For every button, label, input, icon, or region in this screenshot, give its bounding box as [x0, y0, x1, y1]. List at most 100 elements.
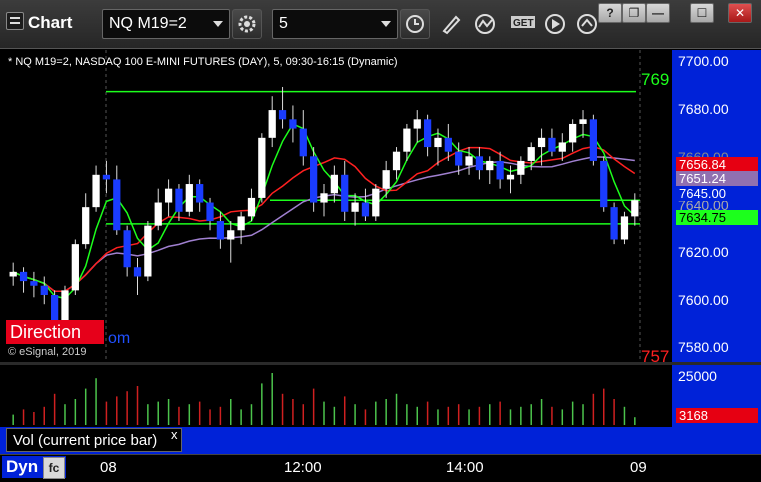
candle-body — [579, 119, 587, 124]
candle-body — [320, 193, 328, 203]
candle-body — [610, 207, 618, 240]
draw-button[interactable] — [436, 9, 464, 37]
candle-body — [133, 267, 142, 277]
candle-body — [455, 151, 463, 166]
copyright: © eSignal, 2019 — [8, 346, 87, 358]
candle-body — [247, 197, 256, 217]
direction-badge: Direction — [6, 320, 104, 344]
candle-body — [434, 137, 442, 148]
study-button[interactable] — [470, 9, 498, 37]
candle-body — [558, 142, 566, 152]
close-button[interactable]: ✕ — [728, 3, 752, 23]
clock-icon — [406, 15, 424, 33]
chart-app-icon — [6, 12, 24, 30]
candle-body — [310, 156, 318, 203]
candle-body — [548, 137, 556, 152]
interval-value: 5 — [279, 15, 288, 32]
up-arrow-icon — [577, 14, 597, 34]
upper-level-label: 769 — [641, 70, 670, 89]
price-tag-ma-avg: 7651.24 — [676, 171, 758, 186]
price-chart — [9, 50, 641, 362]
candle-body — [9, 271, 17, 277]
chart-header: * NQ M19=2, NASDAQ 100 E-MINI FUTURES (D… — [8, 56, 398, 68]
candle-body — [486, 160, 494, 171]
price-tag-last: 7645.00 — [676, 186, 758, 201]
candle-body — [92, 174, 100, 208]
chevron-down-icon — [381, 21, 391, 27]
price-tick: 7680.00 — [678, 101, 729, 117]
settings-button[interactable] — [232, 9, 262, 39]
candle-body — [631, 200, 639, 217]
candle-body — [423, 119, 432, 148]
candle-body — [164, 188, 173, 203]
price-tag-ma-slow: 7656.84 — [676, 157, 758, 172]
candle-body — [299, 128, 307, 157]
volume-study-label[interactable]: Vol (current price bar) — [6, 428, 182, 452]
candle-body — [71, 244, 79, 291]
price-tick: 7620.00 — [678, 244, 729, 260]
candle-body — [620, 216, 629, 240]
candle-body — [185, 184, 193, 212]
interval-combo[interactable]: 5 — [272, 9, 398, 39]
candle-body — [216, 221, 225, 240]
candle-body — [600, 160, 608, 208]
time-button[interactable] — [400, 9, 430, 39]
volume-chart — [12, 373, 636, 425]
candle-body — [496, 160, 504, 180]
window-title: Chart — [28, 13, 73, 32]
candle-body — [175, 188, 183, 212]
candle-body — [102, 174, 111, 180]
play-icon — [545, 14, 565, 34]
candle-body — [341, 174, 349, 212]
candle-body — [30, 281, 38, 286]
time-tick: 08 — [100, 459, 117, 476]
scroll-button[interactable] — [572, 9, 600, 37]
candle-body — [113, 179, 121, 231]
candle-body — [413, 119, 421, 129]
candle-body — [227, 230, 235, 240]
candle-body — [351, 202, 359, 212]
time-tick: 12:00 — [284, 459, 322, 476]
restore-button[interactable]: ❐ — [622, 3, 646, 23]
maximize-button[interactable]: ☐ — [690, 3, 714, 23]
candle-body — [465, 156, 473, 166]
candle-body — [475, 156, 484, 171]
price-tick: 7700.00 — [678, 53, 729, 69]
candle-body — [123, 230, 131, 268]
direction-link[interactable]: om — [108, 330, 130, 348]
candle-body — [144, 225, 152, 277]
candle-body — [40, 285, 48, 295]
candle-body — [330, 174, 338, 194]
candle-body — [403, 128, 411, 152]
price-tick: 7580.00 — [678, 339, 729, 355]
candle-body — [517, 160, 525, 175]
candle-body — [206, 202, 214, 222]
candle-body — [444, 137, 452, 152]
get-button[interactable]: GET — [506, 9, 535, 37]
candle-body — [392, 151, 401, 171]
get-icon: GET — [511, 16, 535, 29]
lock-icon[interactable]: fc — [43, 457, 65, 479]
time-tick: 14:00 — [446, 459, 484, 476]
minimize-button[interactable]: — — [646, 3, 670, 23]
help-button[interactable]: ? — [598, 3, 622, 23]
candle-body — [527, 147, 535, 161]
play-button[interactable] — [540, 9, 568, 37]
candle-body — [382, 170, 390, 189]
price-tag-support: 7634.75 — [676, 210, 758, 225]
gear-icon — [238, 15, 256, 33]
candle-body — [237, 216, 245, 231]
close-study-icon[interactable]: x — [171, 427, 178, 442]
symbol-value: NQ M19=2 — [109, 15, 187, 32]
candle-body — [289, 119, 297, 129]
candle-body — [278, 110, 287, 120]
candle-body — [154, 202, 162, 226]
candle-body — [589, 119, 598, 161]
price-tick: 7600.00 — [678, 292, 729, 308]
candle-body — [196, 184, 204, 203]
candle-body — [82, 207, 90, 245]
symbol-combo[interactable]: NQ M19=2 — [102, 9, 230, 39]
candle-body — [61, 290, 69, 323]
line-chart-icon — [475, 14, 495, 34]
chevron-down-icon — [213, 21, 223, 27]
